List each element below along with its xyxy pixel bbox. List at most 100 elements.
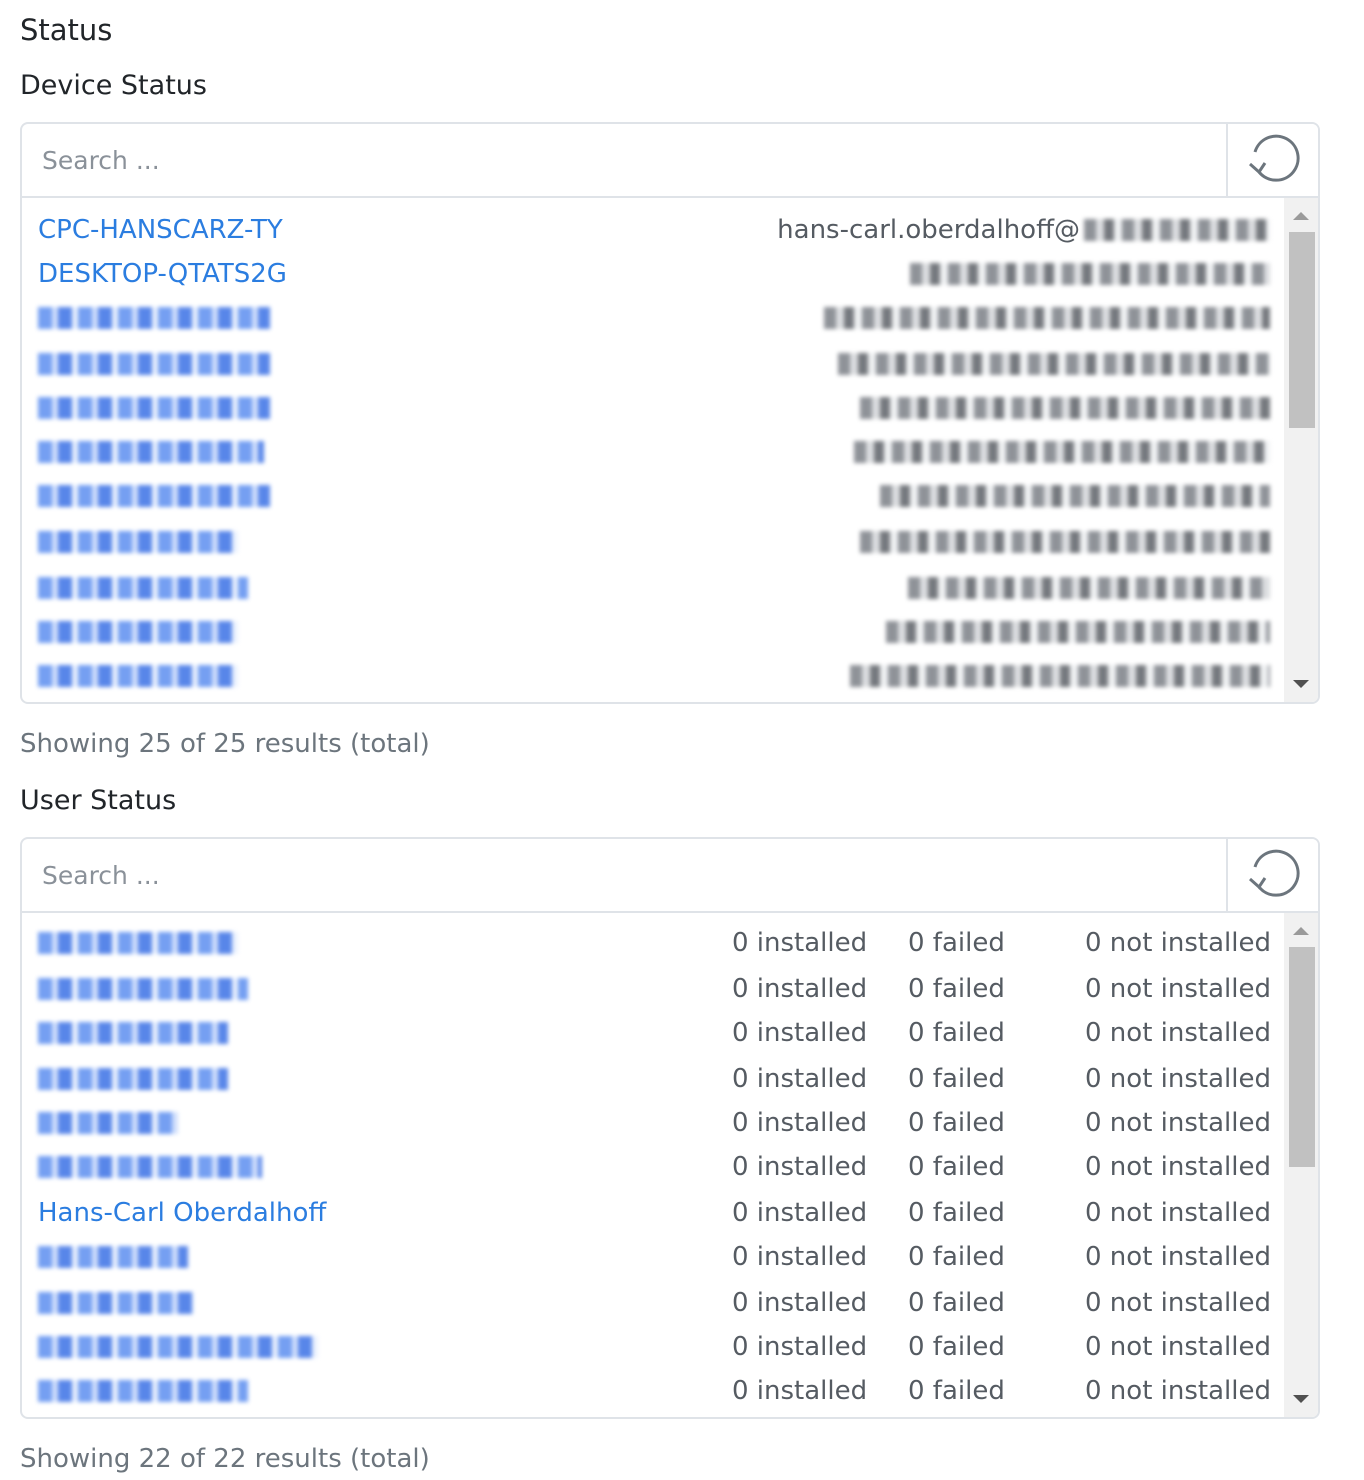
device-search-bar: [22, 124, 1318, 198]
device-refresh-button[interactable]: [1226, 124, 1318, 196]
scroll-down-arrow-icon[interactable]: [1293, 680, 1309, 688]
user-row[interactable]: 0 installed 0 failed 0 not installed: [22, 1283, 1271, 1323]
installed-count: 0 installed: [732, 1198, 868, 1228]
redacted-device-user: [886, 621, 1270, 643]
installed-count: 0 installed: [732, 928, 868, 958]
redacted-user-name[interactable]: [38, 1112, 178, 1134]
scrollbar-thumb[interactable]: [1289, 947, 1315, 1167]
redacted-user-name[interactable]: [38, 1292, 194, 1314]
redacted-device-name[interactable]: [38, 621, 238, 643]
failed-count: 0 failed: [908, 1198, 1005, 1228]
user-row[interactable]: 0 installed 0 failed 0 not installed: [22, 1327, 1271, 1367]
user-list-scrollbar[interactable]: [1284, 913, 1318, 1417]
refresh-icon: [1249, 134, 1300, 182]
device-status-heading: Device Status: [20, 70, 207, 101]
redacted-device-user: [910, 263, 1270, 285]
user-status-heading: User Status: [20, 785, 177, 816]
device-name-link[interactable]: CPC-HANSCARZ-TY: [38, 210, 283, 250]
scroll-down-arrow-icon[interactable]: [1293, 1395, 1309, 1403]
redacted-user-name[interactable]: [38, 1336, 318, 1358]
user-row[interactable]: 0 installed 0 failed 0 not installed: [22, 1237, 1271, 1277]
device-list-scrollbar[interactable]: [1284, 198, 1318, 702]
installed-count: 0 installed: [732, 1064, 868, 1094]
redacted-user-name[interactable]: [38, 978, 248, 1000]
user-search-input[interactable]: [22, 839, 1228, 911]
redacted-device-user: [824, 307, 1270, 329]
user-row[interactable]: 0 installed 0 failed 0 not installed: [22, 1059, 1271, 1099]
redacted-user-name[interactable]: [38, 932, 238, 954]
failed-count: 0 failed: [908, 1108, 1005, 1138]
installed-count: 0 installed: [732, 1018, 868, 1048]
failed-count: 0 failed: [908, 1064, 1005, 1094]
user-row[interactable]: 0 installed 0 failed 0 not installed: [22, 1103, 1271, 1143]
redacted-device-name[interactable]: [38, 531, 238, 553]
user-row[interactable]: 0 installed 0 failed 0 not installed: [22, 969, 1271, 1009]
redacted-device-name[interactable]: [38, 577, 248, 599]
not-installed-count: 0 not installed: [1085, 1198, 1271, 1228]
redacted-device-name[interactable]: [38, 485, 270, 507]
device-search-input[interactable]: [22, 124, 1228, 196]
user-list: 0 installed 0 failed 0 not installed 0 inst…: [22, 913, 1318, 1417]
scroll-up-arrow-icon[interactable]: [1293, 212, 1309, 220]
redacted-device-name[interactable]: [38, 307, 270, 329]
installed-count: 0 installed: [732, 1376, 868, 1406]
device-results-count: Showing 25 of 25 results (total): [20, 729, 430, 759]
not-installed-count: 0 not installed: [1085, 1152, 1271, 1182]
device-row[interactable]: [22, 298, 1270, 338]
failed-count: 0 failed: [908, 1242, 1005, 1272]
not-installed-count: 0 not installed: [1085, 1288, 1271, 1318]
not-installed-count: 0 not installed: [1085, 1376, 1271, 1406]
device-row[interactable]: [22, 388, 1270, 428]
redacted-user-name[interactable]: [38, 1380, 248, 1402]
device-row[interactable]: [22, 656, 1270, 696]
device-row[interactable]: [22, 476, 1270, 516]
failed-count: 0 failed: [908, 1376, 1005, 1406]
redacted-device-user: [860, 397, 1270, 419]
installed-count: 0 installed: [732, 1242, 868, 1272]
not-installed-count: 0 not installed: [1085, 974, 1271, 1004]
failed-count: 0 failed: [908, 1152, 1005, 1182]
redacted-user-name[interactable]: [38, 1068, 228, 1090]
device-status-panel: CPC-HANSCARZ-TY hans-carl.oberdalhoff@ DES…: [20, 122, 1320, 704]
device-list: CPC-HANSCARZ-TY hans-carl.oberdalhoff@ DES…: [22, 198, 1318, 702]
user-row[interactable]: 0 installed 0 failed 0 not installed: [22, 1147, 1271, 1187]
user-row[interactable]: 0 installed 0 failed 0 not installed: [22, 1371, 1271, 1411]
redacted-device-name[interactable]: [38, 397, 270, 419]
redacted-user-name[interactable]: [38, 1156, 262, 1178]
installed-count: 0 installed: [732, 1152, 868, 1182]
user-row[interactable]: 0 installed 0 failed 0 not installed: [22, 1013, 1271, 1053]
device-row[interactable]: [22, 432, 1270, 472]
not-installed-count: 0 not installed: [1085, 1242, 1271, 1272]
redacted-user-name[interactable]: [38, 1022, 228, 1044]
device-row[interactable]: [22, 612, 1270, 652]
device-row[interactable]: [22, 344, 1270, 384]
not-installed-count: 0 not installed: [1085, 1018, 1271, 1048]
redacted-device-name[interactable]: [38, 665, 238, 687]
user-search-bar: [22, 839, 1318, 913]
installed-count: 0 installed: [732, 1332, 868, 1362]
installed-count: 0 installed: [732, 974, 868, 1004]
device-row[interactable]: CPC-HANSCARZ-TY hans-carl.oberdalhoff@: [22, 210, 1270, 250]
scrollbar-thumb[interactable]: [1289, 232, 1315, 428]
user-results-count: Showing 22 of 22 results (total): [20, 1444, 430, 1474]
device-row[interactable]: [22, 568, 1270, 608]
installed-count: 0 installed: [732, 1288, 868, 1318]
user-refresh-button[interactable]: [1226, 839, 1318, 911]
user-row[interactable]: 0 installed 0 failed 0 not installed: [22, 923, 1271, 963]
redacted-device-user: [908, 577, 1270, 599]
redacted-device-name[interactable]: [38, 353, 270, 375]
redacted-user-name[interactable]: [38, 1246, 188, 1268]
failed-count: 0 failed: [908, 928, 1005, 958]
redacted-device-name[interactable]: [38, 441, 264, 463]
page-title: Status: [20, 13, 113, 47]
device-row[interactable]: DESKTOP-QTATS2G: [22, 254, 1270, 294]
device-row[interactable]: [22, 522, 1270, 562]
redacted-device-user: [850, 665, 1270, 687]
not-installed-count: 0 not installed: [1085, 1332, 1271, 1362]
failed-count: 0 failed: [908, 1018, 1005, 1048]
scroll-up-arrow-icon[interactable]: [1293, 927, 1309, 935]
user-row[interactable]: Hans-Carl Oberdalhoff 0 installed 0 failed…: [22, 1193, 1271, 1233]
device-name-link[interactable]: DESKTOP-QTATS2G: [38, 254, 287, 294]
user-name-link[interactable]: Hans-Carl Oberdalhoff: [38, 1193, 326, 1233]
refresh-icon: [1249, 849, 1300, 897]
